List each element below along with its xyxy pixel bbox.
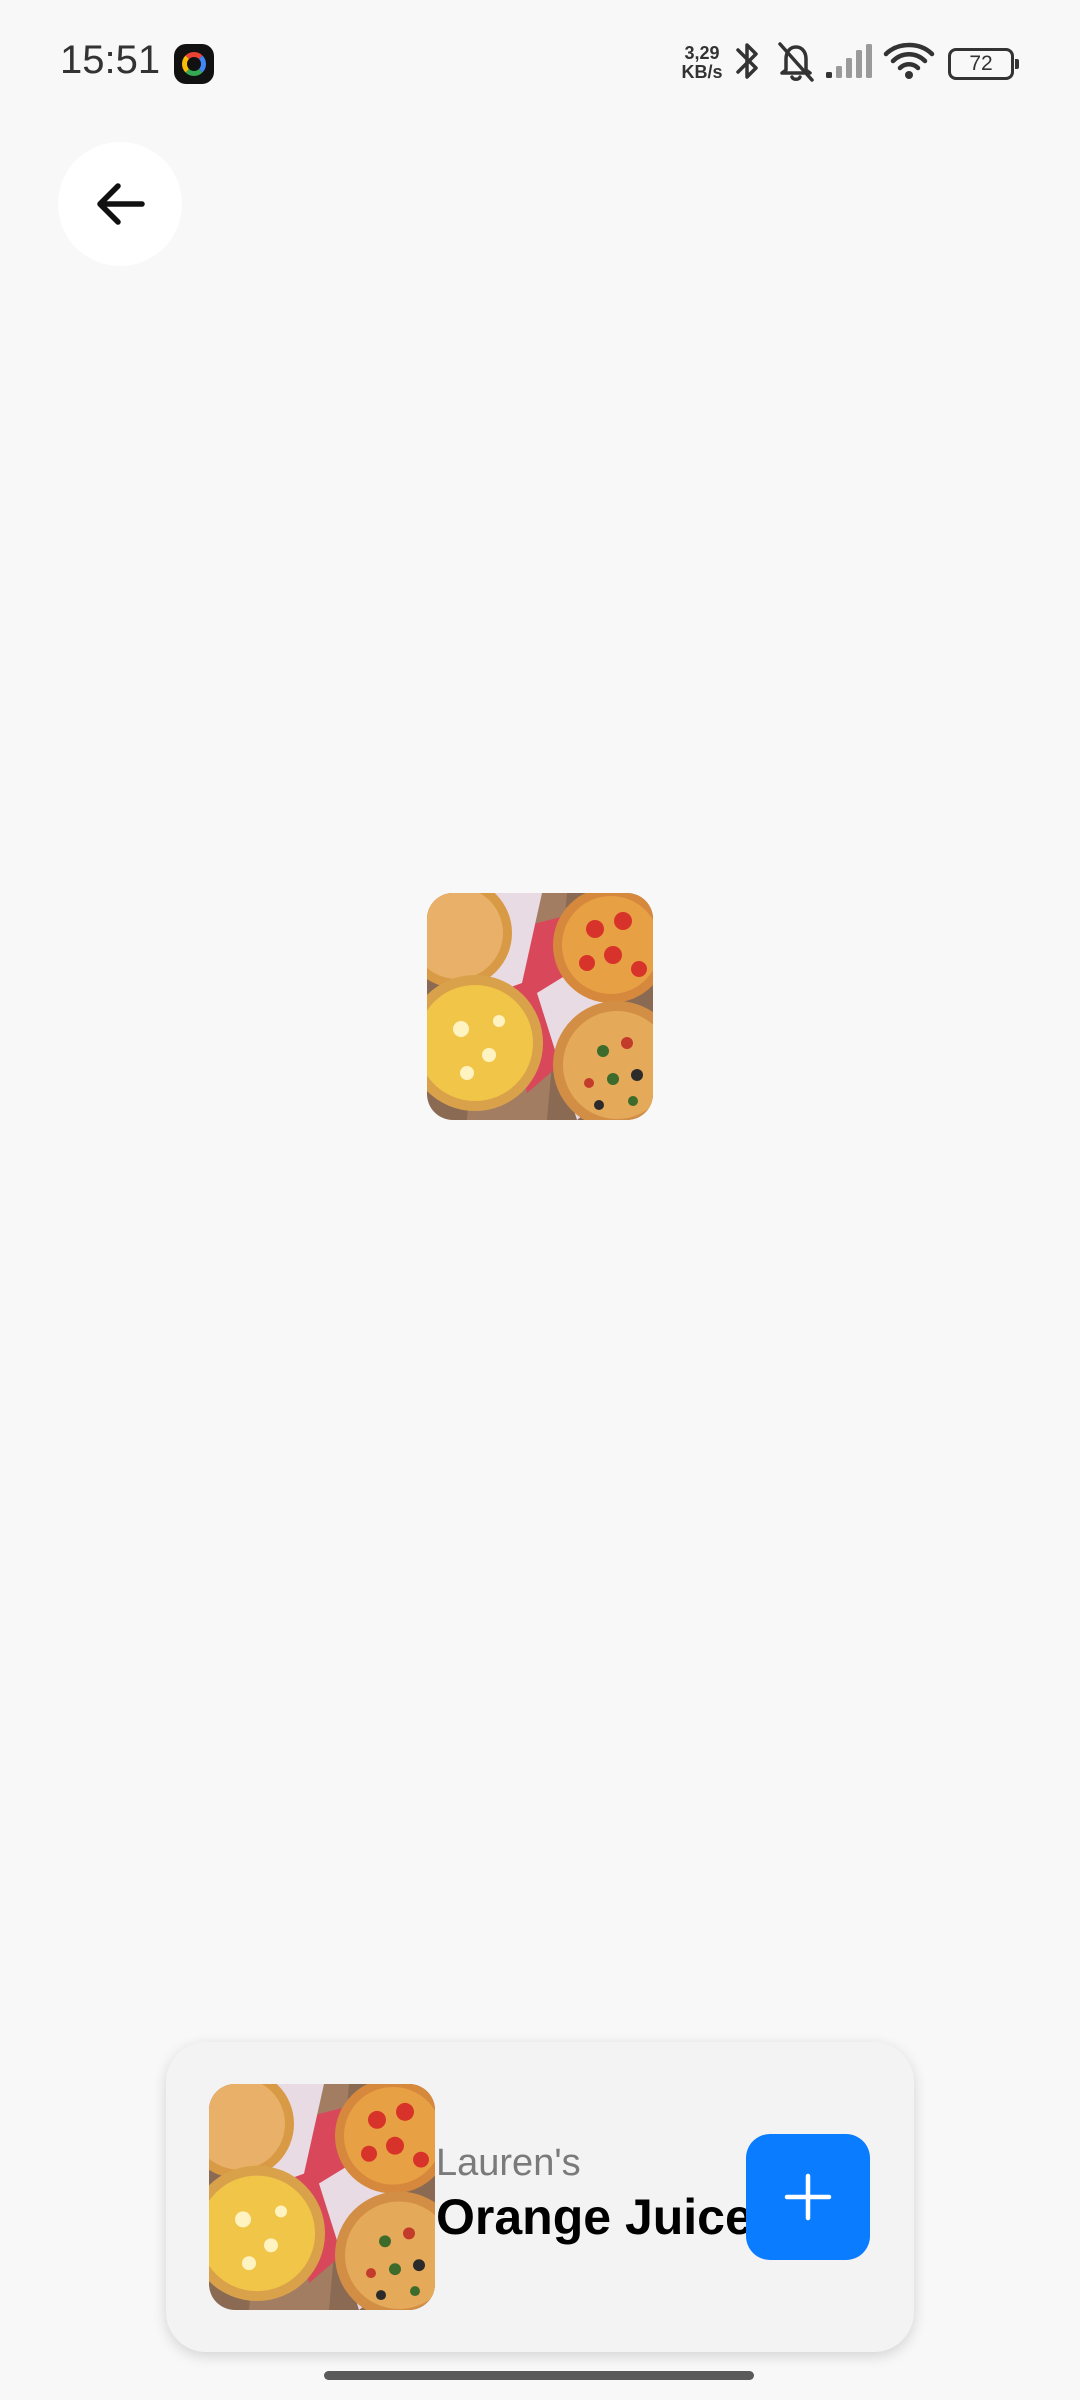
product-brand: Lauren's xyxy=(436,2142,581,2184)
bell-off-icon xyxy=(778,42,814,82)
pizza-image xyxy=(209,2084,435,2310)
product-info: Lauren's Orange Juice xyxy=(436,2140,753,2248)
bluetooth-icon xyxy=(736,43,758,79)
network-speed-value: 3,29 xyxy=(684,43,720,63)
network-speed: 3,29 KB/s xyxy=(676,44,728,82)
product-image xyxy=(427,893,653,1120)
pizza-image xyxy=(427,893,653,1120)
network-speed-unit: KB/s xyxy=(681,62,723,82)
google-icon xyxy=(174,44,214,84)
product-detail-screen: 15:51 3,29 KB/s 72 Lauren's Orange Juice xyxy=(0,0,1080,2400)
add-to-cart-button[interactable] xyxy=(746,2134,870,2260)
back-button[interactable] xyxy=(58,142,182,266)
home-indicator[interactable] xyxy=(324,2371,754,2380)
product-thumbnail xyxy=(209,2084,435,2310)
plus-icon xyxy=(784,2173,832,2221)
product-card[interactable]: Lauren's Orange Juice xyxy=(166,2042,914,2352)
wifi-icon xyxy=(883,42,935,79)
status-bar: 15:51 3,29 KB/s 72 xyxy=(0,0,1080,130)
status-time: 15:51 xyxy=(60,38,161,82)
signal-icon xyxy=(826,44,872,78)
product-name: Orange Juice xyxy=(436,2189,753,2245)
battery-icon: 72 xyxy=(948,48,1019,80)
arrow-left-icon xyxy=(97,183,145,225)
